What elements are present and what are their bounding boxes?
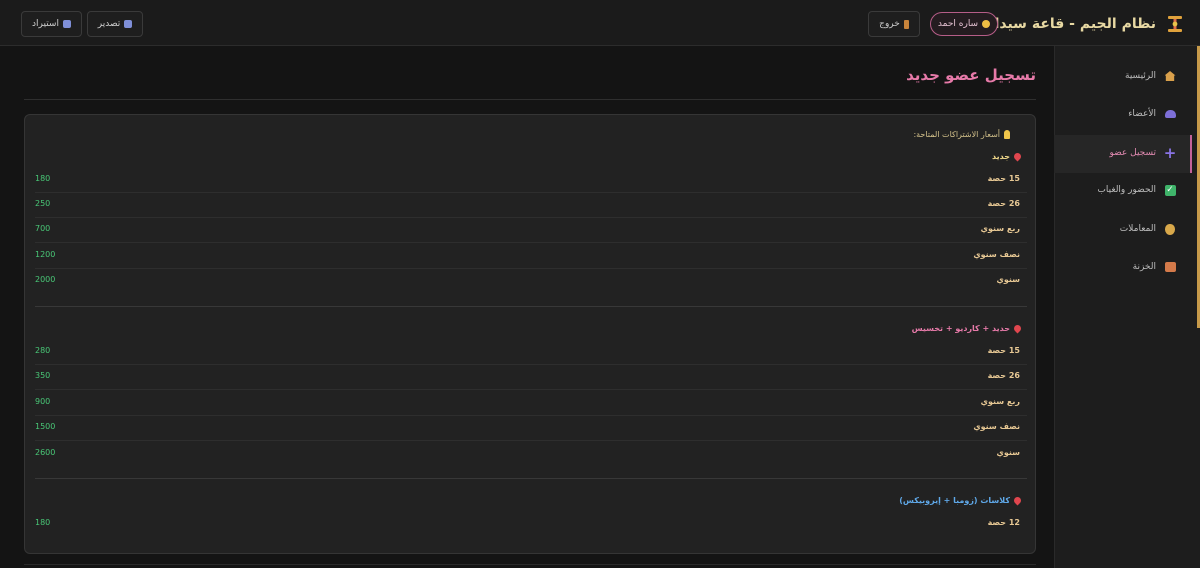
money-bag-icon xyxy=(1164,223,1176,235)
sidebar-item-register-member[interactable]: + تسجيل عضو xyxy=(1109,141,1176,165)
price-group-name: كلاسات (زومبا + إيروبيكس) xyxy=(899,495,1010,505)
plus-icon: + xyxy=(1163,143,1177,162)
sidebar-item-label: الخزنة xyxy=(1132,262,1156,272)
page-title: تسجيل عضو جديد xyxy=(906,66,1036,84)
plan-name: سنوي xyxy=(996,275,1020,284)
sidebar-item-label: الحضور والغياب xyxy=(1097,185,1156,195)
sidebar-active-indicator xyxy=(1190,135,1192,173)
price-row: 15 حصة 180 xyxy=(35,168,1027,193)
sidebar-item-label: المعاملات xyxy=(1119,224,1156,234)
user-icon xyxy=(982,20,991,28)
plan-price: 250 xyxy=(35,199,51,208)
plan-name: ربع سنوي xyxy=(980,397,1020,406)
sidebar-item-home[interactable]: الرئيسية xyxy=(1125,64,1176,88)
sidebar-item-label: الأعضاء xyxy=(1128,109,1156,119)
price-group-title: جديد xyxy=(991,149,1023,163)
door-icon xyxy=(903,19,909,29)
plan-price: 1500 xyxy=(35,422,56,431)
price-group-name: حديد + كارديو + تخسيس xyxy=(911,323,1010,333)
price-row: سنوي 2600 xyxy=(35,442,1027,467)
plan-name: 26 حصة xyxy=(987,371,1020,380)
plan-price: 180 xyxy=(35,174,51,183)
price-group-name: جديد xyxy=(991,151,1010,161)
plan-name: 15 حصة xyxy=(987,346,1020,355)
plan-price: 350 xyxy=(35,371,51,380)
title-divider xyxy=(24,99,1036,100)
sidebar-item-attendance[interactable]: ✓ الحضور والغياب xyxy=(1097,178,1176,202)
sidebar-item-transactions[interactable]: المعاملات xyxy=(1120,217,1176,241)
plan-name: سنوي xyxy=(996,448,1020,457)
export-button[interactable]: تصدير xyxy=(87,11,143,37)
user-chip[interactable]: ساره احمد xyxy=(930,12,998,36)
price-row: 12 حصة 180 xyxy=(35,512,1027,537)
pin-icon xyxy=(1012,323,1023,333)
app-title: نظام الجيم - قاعة سيدات xyxy=(980,16,1156,32)
user-name: ساره احمد xyxy=(937,19,979,29)
sidebar-item-members[interactable]: الأعضاء xyxy=(1128,102,1176,126)
sidebar-item-treasury[interactable]: الخزنة xyxy=(1133,255,1176,279)
sidebar-item-label: تسجيل عضو xyxy=(1109,148,1156,158)
group-divider xyxy=(35,478,1027,479)
price-row: ربع سنوي 700 xyxy=(35,218,1027,243)
plan-name: نصف سنوي xyxy=(973,250,1020,259)
members-icon xyxy=(1164,108,1176,120)
plan-price: 900 xyxy=(35,397,51,406)
prices-card: أسعار الاشتراكات المتاحة: جديد 15 حصة 18… xyxy=(24,114,1036,554)
check-icon: ✓ xyxy=(1164,184,1176,196)
import-button[interactable]: استيراد xyxy=(21,11,82,37)
lightbulb-icon xyxy=(1004,129,1010,139)
plan-name: 15 حصة xyxy=(987,174,1020,183)
logout-button[interactable]: خروج xyxy=(868,11,920,37)
plan-price: 1200 xyxy=(35,250,56,259)
plan-price: 700 xyxy=(35,224,51,233)
plan-price: 280 xyxy=(35,346,51,355)
pin-icon xyxy=(1012,151,1023,161)
box-icon xyxy=(124,20,133,28)
plan-name: ربع سنوي xyxy=(980,224,1020,233)
plan-name: 12 حصة xyxy=(987,518,1020,527)
price-row: نصف سنوي 1500 xyxy=(35,416,1027,441)
plan-name: 26 حصة xyxy=(987,199,1020,208)
content-bottom-divider xyxy=(24,564,1036,565)
price-row: 15 حصة 280 xyxy=(35,340,1027,365)
price-group-title: كلاسات (زومبا + إيروبيكس) xyxy=(899,493,1023,507)
price-row: ربع سنوي 900 xyxy=(35,391,1027,416)
plan-price: 2600 xyxy=(35,448,56,457)
export-label: تصدير xyxy=(97,19,121,29)
prices-hint: أسعار الاشتراكات المتاحة: xyxy=(913,127,1010,141)
price-group-title: حديد + كارديو + تخسيس xyxy=(911,321,1023,335)
logout-label: خروج xyxy=(879,19,900,29)
sidebar-item-label: الرئيسية xyxy=(1125,71,1156,81)
box-icon xyxy=(62,20,71,28)
import-label: استيراد xyxy=(32,19,59,29)
home-icon xyxy=(1164,70,1176,82)
price-row: 26 حصة 350 xyxy=(35,365,1027,390)
plan-name: نصف سنوي xyxy=(973,422,1020,431)
top-header: نظام الجيم - قاعة سيدات ساره احمد خروج ت… xyxy=(0,0,1200,46)
prices-hint-text: أسعار الاشتراكات المتاحة: xyxy=(913,129,1000,139)
group-divider xyxy=(35,306,1027,307)
plan-price: 2000 xyxy=(35,275,56,284)
plan-price: 180 xyxy=(35,518,51,527)
pin-icon xyxy=(1012,495,1023,505)
dumbbell-icon xyxy=(1164,13,1186,35)
price-row: نصف سنوي 1200 xyxy=(35,244,1027,269)
price-row: سنوي 2000 xyxy=(35,269,1027,294)
price-row: 26 حصة 250 xyxy=(35,193,1027,218)
safe-icon xyxy=(1164,261,1176,273)
sidebar: الرئيسية الأعضاء + تسجيل عضو ✓ الحضور وا… xyxy=(1054,46,1200,568)
